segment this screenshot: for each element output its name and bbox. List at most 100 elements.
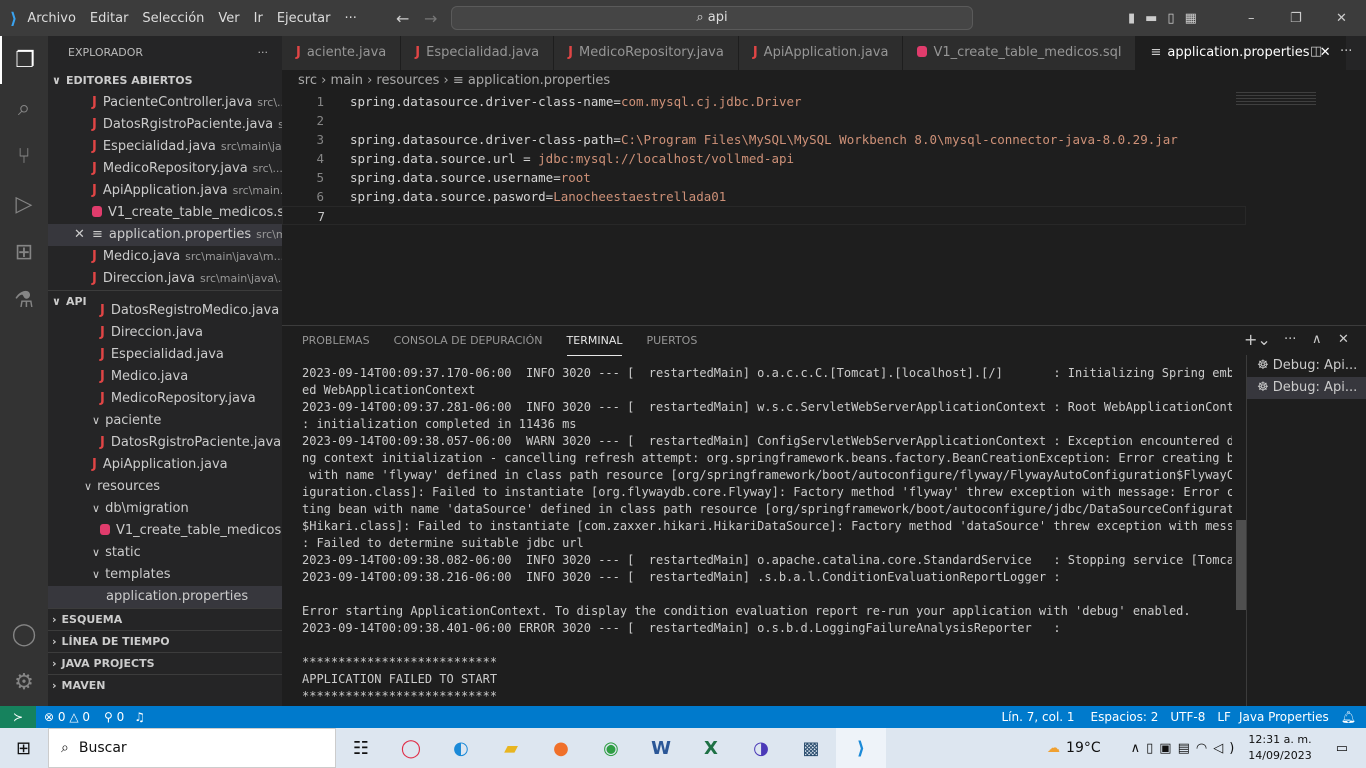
terminal-instance[interactable]: ☸ Debug: Api...: [1247, 377, 1366, 399]
weather-icon[interactable]: ☁: [1047, 741, 1060, 756]
open-editor-item[interactable]: J PacienteController.java src\...: [48, 92, 282, 114]
mysql-workbench-icon[interactable]: ▩: [786, 728, 836, 768]
ports-status[interactable]: ⚲ 0: [104, 710, 124, 724]
taskbar-search[interactable]: ⌕ Buscar: [48, 728, 336, 768]
tree-folder[interactable]: ∨ db\migration: [48, 498, 282, 520]
source-control-icon[interactable]: ⑂: [0, 132, 48, 180]
breadcrumb-item[interactable]: resources: [376, 73, 439, 88]
menu-item[interactable]: Archivo: [27, 11, 76, 26]
weather-temp[interactable]: 19°C: [1066, 740, 1101, 756]
maximize-panel-icon[interactable]: ∧: [1312, 332, 1322, 347]
code-editor[interactable]: 1 spring.datasource.driver-class-name=com…: [282, 92, 1246, 322]
task-view-icon[interactable]: ☷: [336, 728, 386, 768]
breadcrumb-item[interactable]: main: [330, 73, 362, 88]
more-icon[interactable]: ···: [1284, 332, 1296, 347]
word-icon[interactable]: W: [636, 728, 686, 768]
tree-file[interactable]: J ApiApplication.java: [48, 454, 282, 476]
testing-icon[interactable]: ⚗: [0, 276, 48, 324]
breadcrumb-item[interactable]: src: [298, 73, 317, 88]
open-editor-item[interactable]: J Especialidad.java src\main\ja...: [48, 136, 282, 158]
sidebar-section-header[interactable]: › LÍNEA DE TIEMPO: [48, 630, 282, 652]
open-editor-item[interactable]: J ApiApplication.java src\main...: [48, 180, 282, 202]
tree-file[interactable]: application.properties: [48, 586, 282, 608]
open-editor-item[interactable]: JDatosRgistroPaciente.javas...: [48, 114, 282, 136]
terminal-instance[interactable]: ☸ Debug: Api...: [1247, 355, 1366, 377]
tree-folder[interactable]: ∨ templates: [48, 564, 282, 586]
menu-item[interactable]: Ejecutar: [277, 11, 331, 26]
terminal-output[interactable]: 2023-09-14T00:09:37.170-06:00 INFO 3020 …: [302, 365, 1232, 705]
chrome-icon[interactable]: ◉: [586, 728, 636, 768]
menu-item[interactable]: Ver: [218, 11, 239, 26]
menu-item[interactable]: Editar: [90, 11, 129, 26]
eol[interactable]: LF: [1217, 710, 1231, 724]
panel-tab[interactable]: CONSOLA DE DEPURACIÓN: [394, 326, 543, 356]
terminal-scrollbar[interactable]: [1236, 520, 1246, 610]
back-icon[interactable]: ←: [396, 9, 409, 28]
panel-tab[interactable]: PUERTOS: [646, 326, 697, 356]
cursor-position[interactable]: Lín. 7, col. 1: [1001, 710, 1074, 724]
panel-tab[interactable]: TERMINAL: [566, 326, 623, 356]
notification-center-icon[interactable]: ▭: [1336, 741, 1348, 756]
split-editor-icon[interactable]: ◫: [1310, 44, 1322, 59]
explorer-icon[interactable]: ❐: [0, 36, 48, 84]
sidebar-section-header[interactable]: › MAVEN: [48, 674, 282, 696]
open-editor-item[interactable]: ✕ ≡ application.properties src\m...: [48, 224, 282, 246]
menu-item[interactable]: ···: [344, 11, 356, 26]
close-icon[interactable]: ✕: [74, 224, 85, 246]
extensions-icon[interactable]: ⊞: [0, 228, 48, 276]
forward-icon[interactable]: →: [424, 9, 437, 28]
tree-file[interactable]: J MedicoRepository.java: [48, 388, 282, 410]
panel-tab[interactable]: PROBLEMAS: [302, 326, 370, 356]
sidebar-section-header[interactable]: › JAVA PROJECTS: [48, 652, 282, 674]
editor-tab[interactable]: J MedicoRepository.java: [554, 36, 739, 70]
debug-icon[interactable]: ♫: [134, 710, 145, 724]
excel-icon[interactable]: X: [686, 728, 736, 768]
editor-tab[interactable]: J Especialidad.java: [401, 36, 555, 70]
tree-file[interactable]: J Especialidad.java: [48, 344, 282, 366]
windows-start-icon[interactable]: ⊞: [16, 738, 31, 759]
indentation[interactable]: Espacios: 2: [1091, 710, 1159, 724]
problems-status[interactable]: ⊗ 0 △ 0: [44, 710, 90, 724]
tree-file[interactable]: V1_create_table_medicos.sql: [48, 520, 282, 542]
language-mode[interactable]: Java Properties: [1239, 710, 1329, 724]
firefox-icon[interactable]: ●: [536, 728, 586, 768]
open-editor-item[interactable]: J MedicoRepository.java src\...: [48, 158, 282, 180]
run-debug-icon[interactable]: ▷: [0, 180, 48, 228]
minimize-button[interactable]: –: [1248, 11, 1255, 26]
editor-tab[interactable]: Jaciente.java: [282, 36, 402, 70]
restore-button[interactable]: ❐: [1290, 11, 1302, 26]
file-explorer-icon[interactable]: ▰: [486, 728, 536, 768]
tree-file[interactable]: J DatosRegistroMedico.java: [48, 300, 282, 322]
sidebar-section-header[interactable]: › ESQUEMA: [48, 608, 282, 630]
tree-folder[interactable]: ∨ resources: [48, 476, 282, 498]
close-panel-icon[interactable]: ✕: [1338, 332, 1349, 347]
account-icon[interactable]: ◯: [0, 610, 48, 658]
system-tray-icons[interactable]: ∧▯▣▤◠◁): [1131, 741, 1241, 756]
command-center-search[interactable]: ⌕ api: [451, 6, 973, 30]
remote-icon[interactable]: ≻: [0, 706, 36, 728]
search-icon[interactable]: ⌕: [0, 84, 48, 132]
open-editor-item[interactable]: V1_create_table_medicos.sq...: [48, 202, 282, 224]
more-actions-button[interactable]: ···: [258, 36, 269, 70]
menu-item[interactable]: Ir: [254, 11, 263, 26]
open-editors-header[interactable]: ∨ EDITORES ABIERTOS: [48, 70, 282, 92]
tree-file[interactable]: J DatosRgistroPaciente.java: [48, 432, 282, 454]
tree-folder[interactable]: ∨ static: [48, 542, 282, 564]
vscode-taskbar-icon[interactable]: ⟩: [836, 728, 886, 768]
gear-icon[interactable]: ⚙: [0, 658, 48, 706]
opera-icon[interactable]: ◯: [386, 728, 436, 768]
menu-item[interactable]: Selección: [142, 11, 204, 26]
app-icon[interactable]: ◑: [736, 728, 786, 768]
breadcrumb-item[interactable]: application.properties: [468, 73, 610, 88]
open-editor-item[interactable]: J Direccion.java src\main\java\...: [48, 268, 282, 290]
notifications-icon[interactable]: 🔔︎: [1341, 710, 1356, 724]
layout-toggle-icons[interactable]: ▮▬▯▦: [1128, 11, 1207, 26]
new-terminal-icon[interactable]: +⌄: [1244, 330, 1271, 349]
encoding[interactable]: UTF-8: [1170, 710, 1205, 724]
tree-file[interactable]: J Direccion.java: [48, 322, 282, 344]
tree-file[interactable]: J Medico.java: [48, 366, 282, 388]
open-editor-item[interactable]: J Medico.java src\main\java\m...: [48, 246, 282, 268]
clock[interactable]: 12:31 a. m. 14/09/2023: [1248, 732, 1311, 764]
more-actions-icon[interactable]: ···: [1340, 44, 1352, 59]
editor-tab[interactable]: V1_create_table_medicos.sql: [903, 36, 1137, 70]
